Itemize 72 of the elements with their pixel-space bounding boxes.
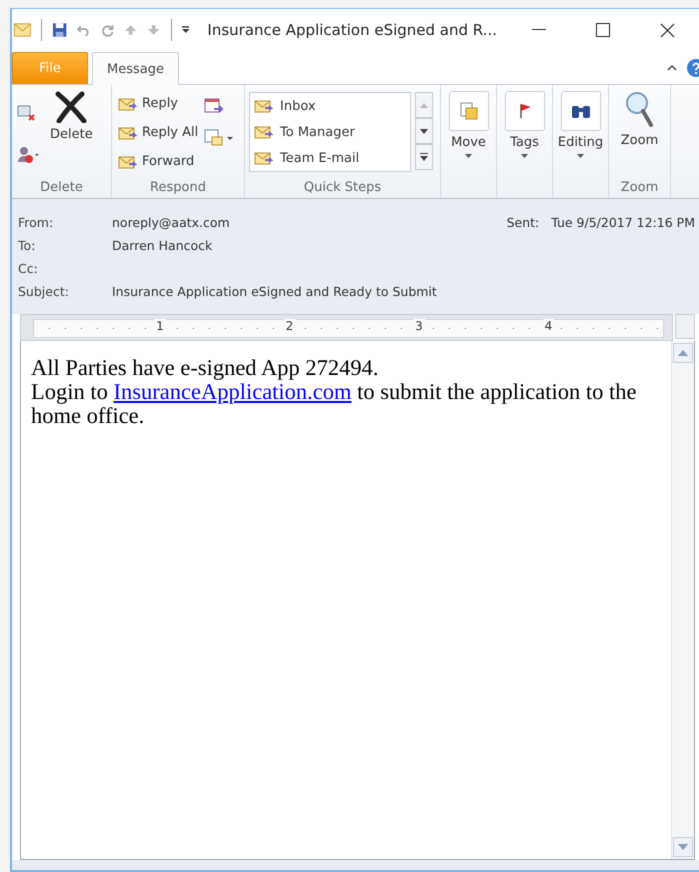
editing-button[interactable]: Editing — [554, 89, 608, 198]
scroll-down-button[interactable] — [415, 118, 433, 144]
close-icon — [660, 22, 674, 38]
delete-button[interactable]: Delete — [46, 89, 97, 176]
more-icon[interactable] — [204, 129, 234, 147]
x-icon — [54, 91, 88, 123]
down-icon — [420, 128, 428, 134]
respond-button[interactable]: Reply All — [116, 118, 200, 147]
field-label: Sent: — [506, 215, 540, 230]
field-value: Tue 9/5/2017 12:16 PM — [551, 215, 695, 230]
field-label: Cc: — [18, 261, 39, 276]
flag-icon — [518, 103, 532, 119]
field-value: Darren Hancock — [112, 238, 212, 253]
undo-icon[interactable] — [77, 23, 91, 37]
envelope-arrow-icon — [254, 98, 274, 114]
mail-icon — [14, 23, 32, 37]
respond-button[interactable]: Reply — [116, 89, 200, 118]
down-icon — [678, 844, 688, 850]
caret-icon — [577, 154, 584, 158]
respond-button[interactable]: Forward — [116, 147, 200, 176]
quick-step-item[interactable]: Team E-mail — [250, 145, 410, 171]
folder-move-icon — [458, 101, 478, 121]
caret-icon — [465, 154, 472, 158]
group-label: Delete — [39, 178, 84, 196]
ignore-icon[interactable] — [16, 104, 36, 122]
group-label: Respond — [149, 178, 207, 196]
ruler-number: 3 — [413, 319, 425, 333]
maximize-icon — [596, 23, 610, 37]
up-icon — [420, 102, 428, 108]
envelope-arrow-icon — [254, 124, 274, 140]
scrollbar[interactable] — [671, 341, 694, 859]
quick-step-item[interactable]: To Manager — [250, 119, 410, 145]
down-arrow-icon[interactable] — [147, 24, 161, 36]
group-label: Quick Steps — [302, 178, 382, 196]
up-arrow-icon[interactable] — [124, 24, 138, 36]
envelope-arrow-icon — [118, 124, 138, 140]
move-button[interactable]: Move — [444, 89, 492, 198]
ruler-toggle-button[interactable] — [675, 314, 695, 339]
magnifier-icon — [624, 91, 654, 129]
group-label: Zoom — [620, 178, 660, 196]
link[interactable]: InsuranceApplication.com — [114, 379, 352, 404]
collapse-ribbon-icon[interactable] — [667, 64, 677, 71]
body-text: All Parties have e-signed App 272494. — [31, 356, 380, 380]
field-label: From: — [18, 215, 54, 230]
save-icon[interactable] — [52, 22, 68, 38]
ribbon-tab[interactable]: Message — [92, 52, 179, 85]
scroll-up-button[interactable] — [673, 343, 693, 363]
field-label: Subject: — [18, 284, 70, 299]
ruler-number: 2 — [284, 319, 296, 333]
up-icon — [678, 350, 688, 356]
meeting-icon[interactable] — [204, 97, 224, 115]
window-title: Insurance Application eSigned and R... — [207, 21, 497, 39]
field-value: noreply@aatx.com — [112, 215, 230, 230]
junk-icon[interactable] — [16, 144, 42, 165]
customize-menu-icon[interactable] — [182, 26, 190, 34]
zoom-button[interactable]: Zoom — [616, 89, 662, 176]
envelope-arrow-icon — [118, 96, 138, 112]
caret-icon — [521, 154, 528, 158]
redo-icon[interactable] — [100, 23, 114, 37]
body-text: Login to InsuranceApplication.com to submit the application to the home office. — [31, 380, 638, 428]
expand-icon — [420, 153, 428, 161]
quick-step-item[interactable]: Inbox — [250, 93, 410, 119]
ruler-number: 1 — [154, 319, 166, 333]
ruler-number: 4 — [542, 319, 554, 333]
minimize-icon — [532, 29, 546, 31]
tags-button[interactable]: Tags — [500, 89, 548, 198]
envelope-arrow-icon — [254, 150, 274, 166]
binoculars-icon — [570, 103, 590, 119]
field-label: To: — [18, 238, 36, 253]
envelope-arrow-icon — [118, 154, 138, 170]
expand-button[interactable] — [415, 144, 433, 170]
field-value: Insurance Application eSigned and Ready to Submit — [112, 284, 437, 299]
